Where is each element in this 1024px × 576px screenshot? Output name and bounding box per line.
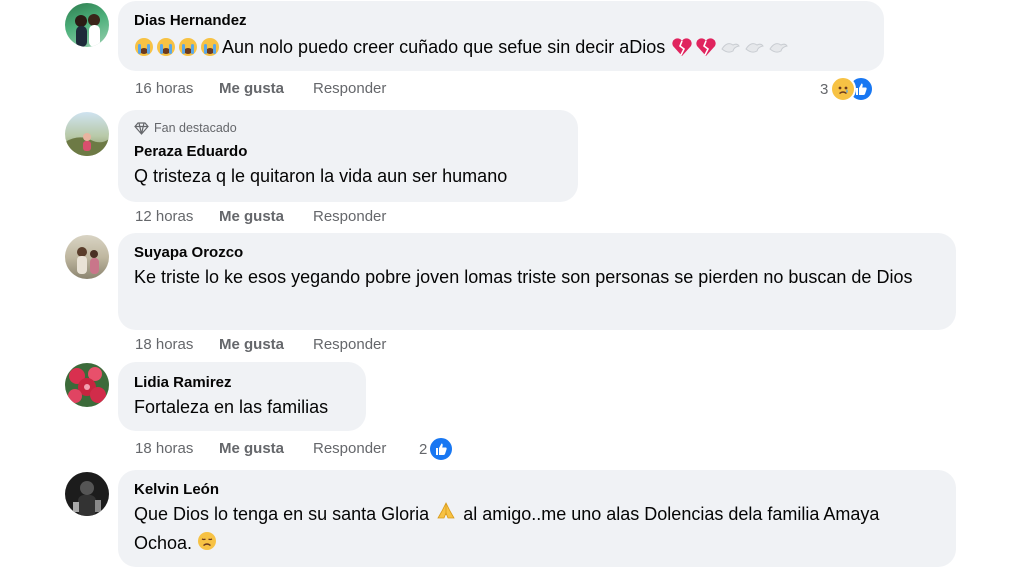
comment-actions: 18 horas Me gusta Responder [135,437,386,459]
reply-button[interactable]: Responder [313,336,386,353]
comment-bubble: Dias Hernandez Aun nolo puedo creer cuña… [118,1,884,71]
reaction-summary[interactable]: 2 [419,436,455,462]
comment-bubble: Suyapa Orozco Ke triste lo ke esos yegan… [118,233,956,330]
avatar-image [75,14,100,47]
comment-bubble: Fan destacado Peraza Eduardo Q tristeza … [118,110,578,202]
comment-bubble: Lidia Ramirez Fortaleza en las familias [118,362,366,431]
broken-heart-icon [671,37,717,57]
comment-text-row: Que Dios lo tenga en su santa Gloria al … [134,500,934,559]
comment-author[interactable]: Peraza Eduardo [134,142,562,162]
avatar-image [65,133,109,156]
comment-text: Que Dios lo tenga en su santa Gloria [134,504,430,524]
comment-text: Q tristeza q le quitaron la vida aun ser… [134,166,508,186]
comment-actions: 12 horas Me gusta Responder [135,205,386,227]
diamond-icon [134,121,149,135]
like-button[interactable]: Me gusta [219,336,313,353]
comment-text: Ke triste lo ke esos yegando pobre joven… [134,267,913,287]
comment-actions: 18 horas Me gusta Responder [135,333,386,355]
comment-time[interactable]: 18 horas [135,336,219,353]
avatar[interactable] [65,363,109,407]
fan-badge: Fan destacado [134,119,562,137]
like-button[interactable]: Me gusta [219,440,313,457]
avatar-image [77,247,99,274]
praying-hands-icon [436,501,456,529]
comment-time[interactable]: 18 horas [135,440,219,457]
reaction-count: 3 [820,80,829,98]
reply-button[interactable]: Responder [313,80,386,97]
comment-text-row: Aun nolo puedo creer cuñado que sefue si… [134,33,868,61]
like-button[interactable]: Me gusta [219,208,313,225]
comment-actions: 16 horas Me gusta Responder [135,77,386,99]
comment-bubble: Kelvin León Que Dios lo tenga en su sant… [118,470,956,567]
comment-author[interactable]: Suyapa Orozco [134,243,940,263]
reply-button[interactable]: Responder [313,440,386,457]
like-reaction-icon [428,436,455,462]
reaction-count: 2 [419,440,428,458]
reaction-summary[interactable]: 3 [820,76,875,102]
dove-icon [719,37,789,57]
crying-emoji-icon [134,37,220,57]
comment-author[interactable]: Dias Hernandez [134,11,868,31]
sad-face-icon [197,531,217,559]
avatar[interactable] [65,472,109,516]
avatar-image [73,481,101,516]
comment-text: Aun nolo puedo creer cuñado que sefue si… [222,37,666,57]
comment-text: Fortaleza en las familias [134,397,329,417]
avatar-image [68,367,106,403]
comment-time[interactable]: 12 horas [135,208,219,225]
avatar[interactable] [65,112,109,156]
fan-badge-label: Fan destacado [154,121,237,135]
comment-author[interactable]: Kelvin León [134,480,940,500]
avatar[interactable] [65,3,109,47]
comment-author[interactable]: Lidia Ramirez [134,373,350,393]
avatar[interactable] [65,235,109,279]
like-button[interactable]: Me gusta [219,80,313,97]
comment-time[interactable]: 16 horas [135,80,219,97]
reply-button[interactable]: Responder [313,208,386,225]
